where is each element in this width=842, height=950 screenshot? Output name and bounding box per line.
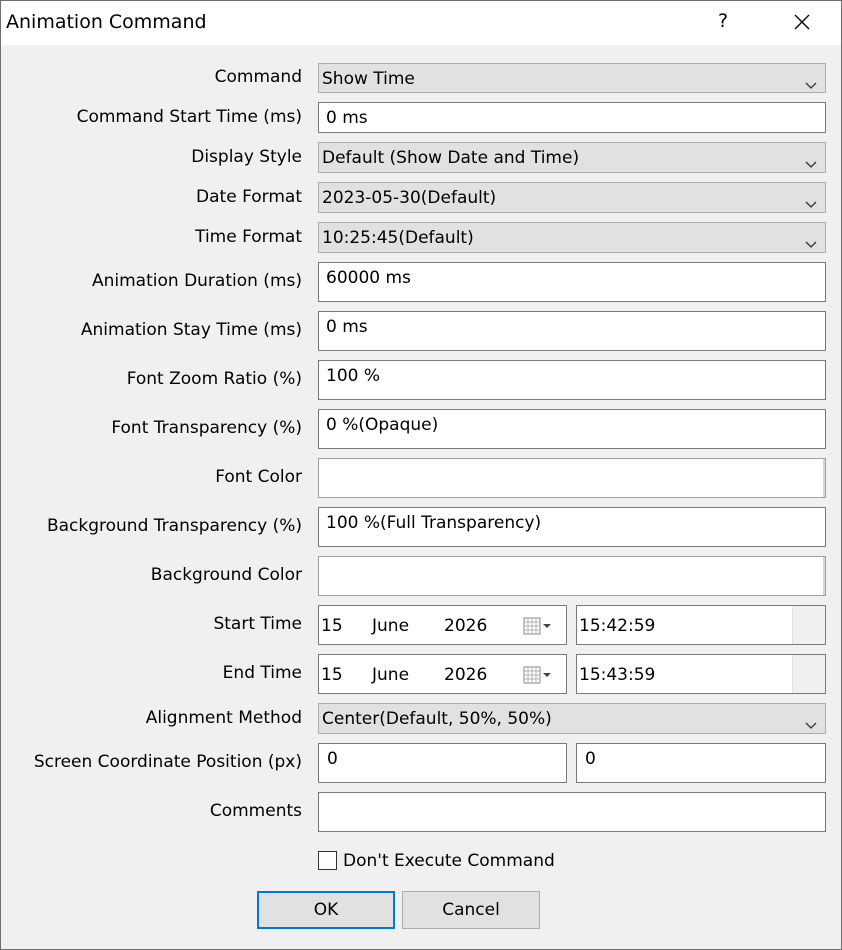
time-format-label: Time Format <box>195 227 302 247</box>
start-day[interactable]: 15 <box>321 616 343 636</box>
calendar-icon[interactable] <box>523 616 553 638</box>
font-transparency-value: 0 %(Opaque) <box>326 415 439 435</box>
end-time-value: 15:43:59 <box>579 665 656 685</box>
dont-execute-checkbox[interactable] <box>318 851 337 870</box>
chevron-down-icon <box>805 194 817 214</box>
command-value: Show Time <box>322 69 415 89</box>
background-transparency-label: Background Transparency (%) <box>46 516 302 536</box>
animation-stay-time-label: Animation Stay Time (ms) <box>80 320 302 340</box>
font-zoom-ratio-value: 100 % <box>326 366 381 386</box>
font-transparency-label: Font Transparency (%) <box>111 418 302 438</box>
animation-duration-label: Animation Duration (ms) <box>92 271 302 291</box>
font-color-label: Font Color <box>215 467 302 487</box>
animation-stay-time-value: 0 ms <box>326 317 368 337</box>
ok-button[interactable]: OK <box>257 891 395 929</box>
date-format-select[interactable]: 2023-05-30(Default) <box>318 182 826 213</box>
end-year[interactable]: 2026 <box>444 665 487 685</box>
background-color-picker[interactable] <box>318 556 826 596</box>
font-color-swatch-edge <box>823 459 825 497</box>
animation-duration-value: 60000 ms <box>326 268 411 288</box>
alignment-method-value: Center(Default, 50%, 50%) <box>322 709 552 729</box>
command-label: Command <box>214 67 302 87</box>
comments-label: Comments <box>209 801 302 821</box>
help-button[interactable]: ? <box>711 10 735 32</box>
chevron-down-icon <box>805 75 817 95</box>
font-zoom-ratio-input[interactable]: 100 % <box>318 360 826 400</box>
display-style-label: Display Style <box>191 147 302 167</box>
background-color-swatch-edge <box>823 557 825 595</box>
background-color-label: Background Color <box>150 565 302 585</box>
command-start-time-label: Command Start Time (ms) <box>76 107 302 127</box>
start-month[interactable]: June <box>372 616 409 636</box>
chevron-down-icon <box>805 154 817 174</box>
dont-execute-label[interactable]: Don't Execute Command <box>343 851 555 871</box>
end-time-spinner[interactable] <box>792 655 825 693</box>
end-time-picker[interactable]: 15:43:59 <box>576 654 826 694</box>
time-format-select[interactable]: 10:25:45(Default) <box>318 222 826 253</box>
start-time-picker[interactable]: 15:42:59 <box>576 605 826 645</box>
start-time-label: Start Time <box>213 614 302 634</box>
comments-input[interactable] <box>318 792 826 832</box>
cancel-button[interactable]: Cancel <box>402 891 540 929</box>
animation-stay-time-input[interactable]: 0 ms <box>318 311 826 351</box>
display-style-select[interactable]: Default (Show Date and Time) <box>318 142 826 173</box>
animation-command-dialog: Animation Command ? Command Show Time Co… <box>0 0 842 950</box>
display-style-value: Default (Show Date and Time) <box>322 148 580 168</box>
screen-position-x-value: 0 <box>327 749 338 769</box>
font-zoom-ratio-label: Font Zoom Ratio (%) <box>126 369 302 389</box>
end-day[interactable]: 15 <box>321 665 343 685</box>
end-time-label: End Time <box>222 663 302 683</box>
time-format-value: 10:25:45(Default) <box>322 228 474 248</box>
font-transparency-input[interactable]: 0 %(Opaque) <box>318 409 826 449</box>
background-transparency-input[interactable]: 100 %(Full Transparency) <box>318 507 826 547</box>
window-title: Animation Command <box>6 11 207 33</box>
screen-position-x-input[interactable]: 0 <box>318 743 567 783</box>
animation-duration-input[interactable]: 60000 ms <box>318 262 826 302</box>
end-month[interactable]: June <box>372 665 409 685</box>
screen-position-y-value: 0 <box>585 749 596 769</box>
start-time-spinner[interactable] <box>792 606 825 644</box>
command-start-time-input[interactable]: 0 ms <box>318 102 826 133</box>
chevron-down-icon <box>805 234 817 254</box>
chevron-down-icon <box>805 715 817 735</box>
date-format-value: 2023-05-30(Default) <box>322 188 497 208</box>
start-date-picker[interactable]: 15 June 2026 <box>318 605 567 645</box>
command-start-time-value: 0 ms <box>326 108 368 128</box>
start-year[interactable]: 2026 <box>444 616 487 636</box>
background-transparency-value: 100 %(Full Transparency) <box>326 513 542 533</box>
calendar-icon[interactable] <box>523 665 553 687</box>
start-time-value: 15:42:59 <box>579 616 656 636</box>
command-select[interactable]: Show Time <box>318 63 826 93</box>
close-icon[interactable] <box>787 11 817 35</box>
end-date-picker[interactable]: 15 June 2026 <box>318 654 567 694</box>
date-format-label: Date Format <box>196 187 302 207</box>
alignment-method-select[interactable]: Center(Default, 50%, 50%) <box>318 703 826 734</box>
font-color-picker[interactable] <box>318 458 826 498</box>
screen-position-label: Screen Coordinate Position (px) <box>33 752 302 772</box>
screen-position-y-input[interactable]: 0 <box>576 743 826 783</box>
title-bar: Animation Command ? <box>1 1 841 45</box>
alignment-method-label: Alignment Method <box>145 708 302 728</box>
